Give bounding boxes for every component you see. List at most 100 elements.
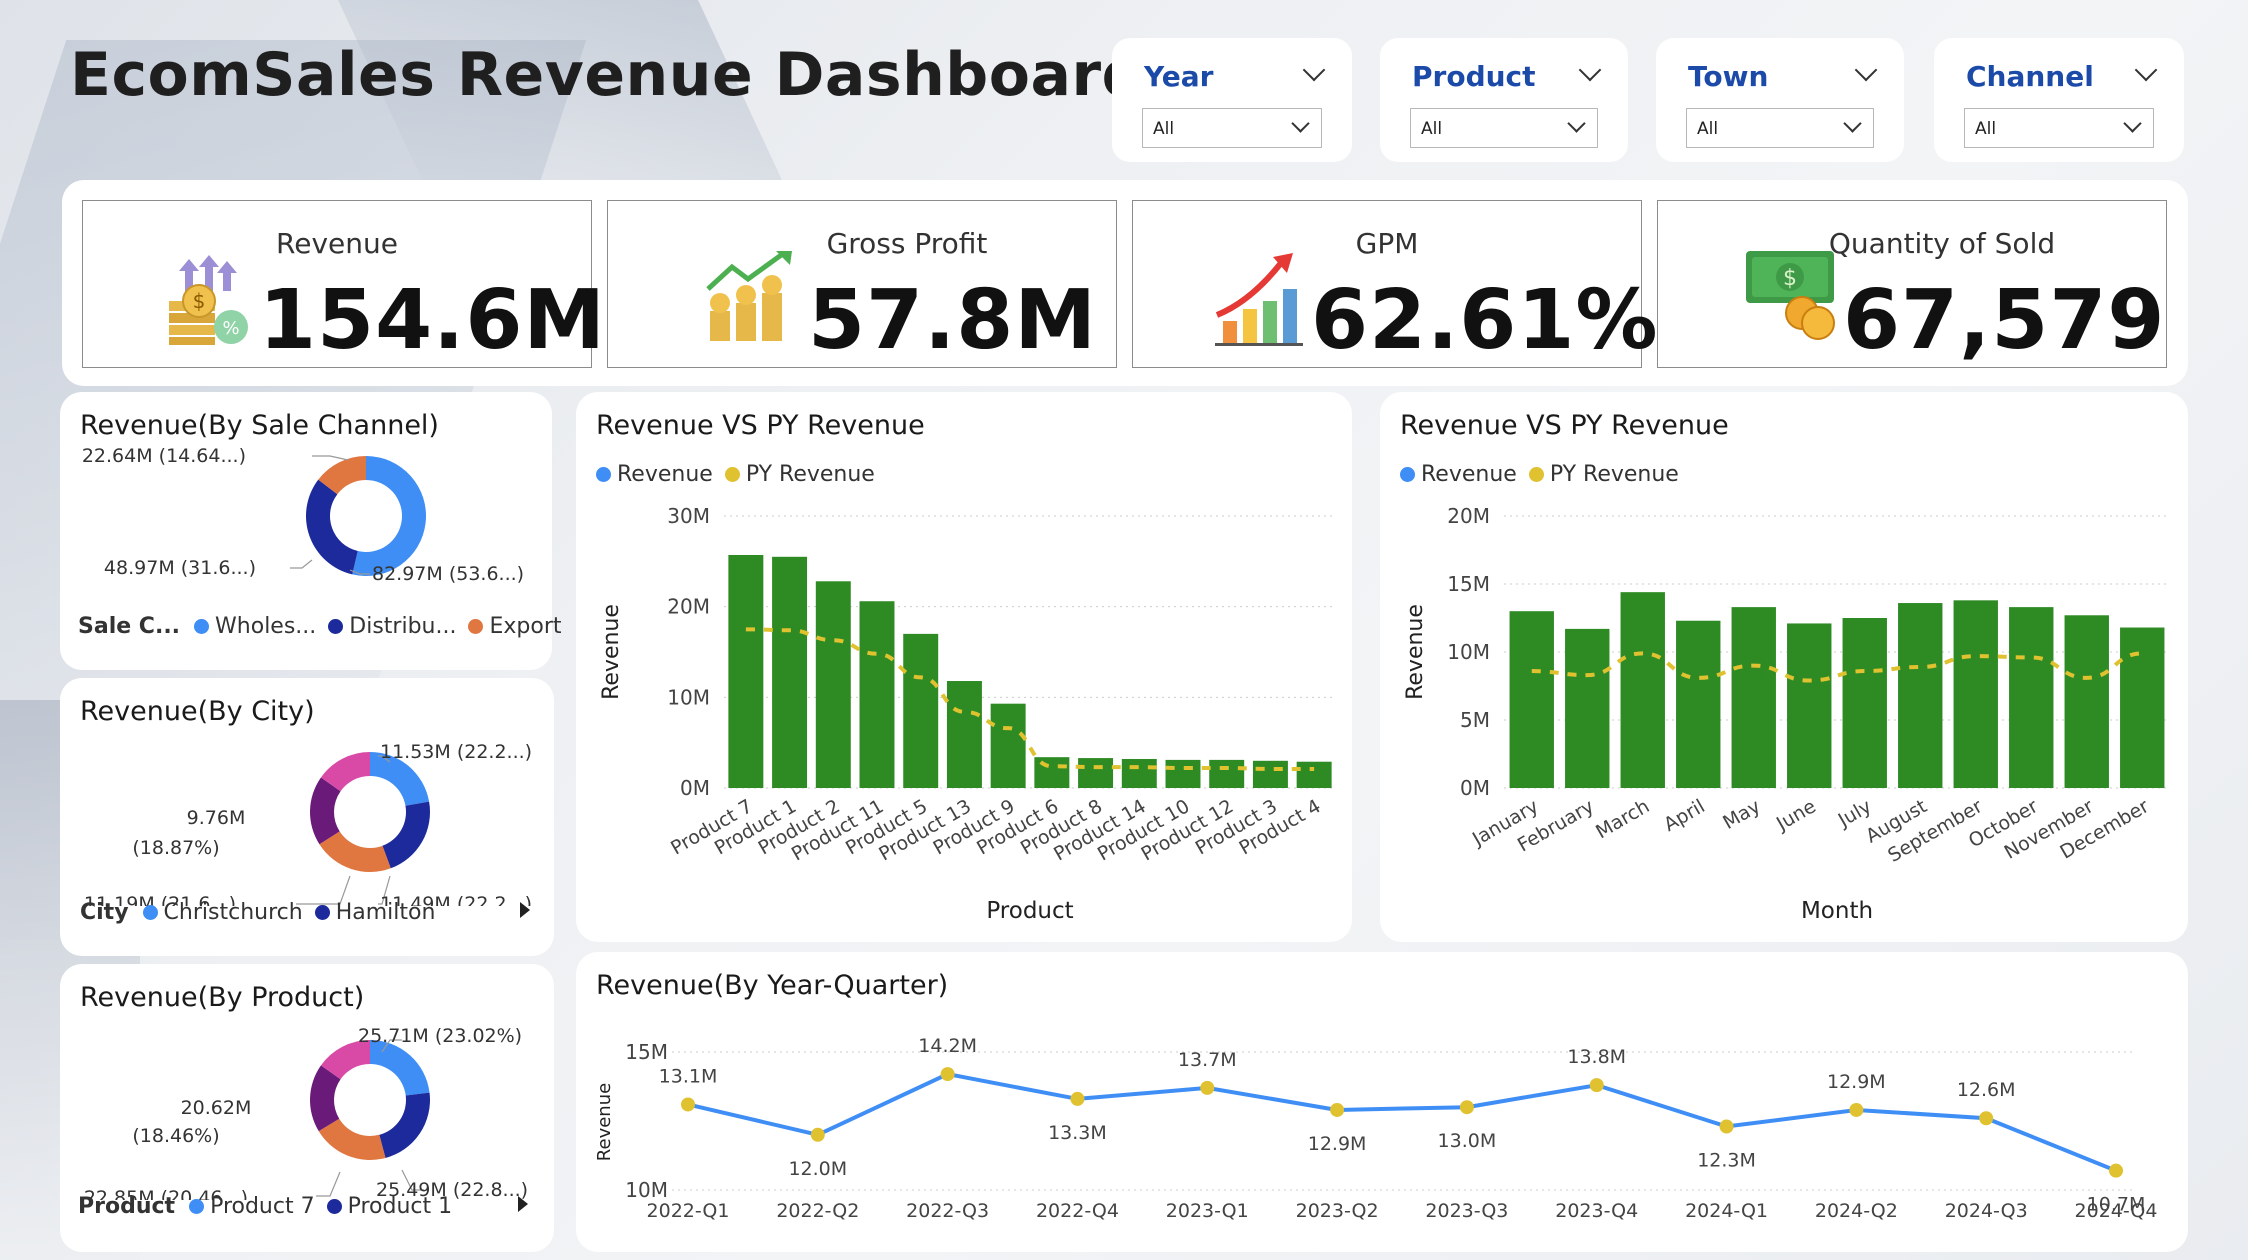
chevron-down-icon[interactable] — [2123, 114, 2142, 133]
revenue-bar — [990, 703, 1026, 788]
legend-item[interactable]: Product 1 — [326, 1194, 453, 1219]
revenue-by-quarter-line-chart[interactable]: 10M 15M Revenue 13.1M 2022-Q1 12.0M 2022-Q2 14.… — [576, 952, 2188, 1252]
revenue-coins-icon: $ % — [159, 251, 259, 351]
channel-dropdown[interactable]: All — [1964, 108, 2154, 148]
chevron-down-icon[interactable] — [1302, 58, 1326, 82]
data-point — [1719, 1119, 1734, 1134]
data-point — [1589, 1078, 1604, 1093]
revenue-bar — [1842, 618, 1887, 788]
profit-trend-icon — [704, 250, 804, 351]
revenue-bar — [1165, 759, 1201, 788]
y-tick-label: 30M — [667, 504, 710, 528]
chevron-down-icon[interactable] — [1567, 114, 1586, 133]
revenue-by-channel-donut[interactable]: 82.97M (53.6...) 48.97M (31.6...) 22.64M (… — [60, 442, 552, 612]
revenue-bar — [903, 633, 939, 788]
dashboard-title: EcomSales Revenue Dashboard — [70, 40, 1145, 110]
data-point — [681, 1097, 695, 1112]
revenue-by-month-bar-chart[interactable]: 0M5M10M15M20MJanuaryFebruaryMarch April Ma… — [1380, 392, 2188, 942]
growth-chart-icon — [1211, 251, 1311, 351]
data-label: 48.97M (31.6...) — [104, 557, 256, 579]
x-tick-label: 2022-Q4 — [1036, 1200, 1119, 1222]
revenue-bar — [2120, 627, 2165, 788]
data-label: 11.53M (22.2...) — [380, 741, 532, 763]
x-tick-label: 2024-Q4 — [2075, 1200, 2158, 1222]
legend-item[interactable]: Hamilton — [314, 900, 436, 925]
x-tick-label: March — [1592, 795, 1653, 843]
revenue-bar — [1565, 628, 1610, 788]
data-point — [2109, 1163, 2123, 1178]
donut-slice — [379, 1092, 430, 1158]
legend-title: City — [80, 900, 129, 925]
revenue-by-city-donut[interactable]: 11.53M (22.2...)11.49M (22.2...)11.19M (… — [60, 726, 554, 906]
chevron-down-icon[interactable] — [1291, 114, 1310, 133]
slicer-label: Town — [1688, 60, 1769, 93]
y-tick-label: 5M — [1460, 708, 1490, 732]
revenue-bar — [1731, 607, 1776, 788]
chevron-down-icon[interactable] — [1843, 114, 1862, 133]
data-label: 12.9M — [1827, 1071, 1886, 1093]
data-point — [1330, 1102, 1345, 1117]
x-tick-label: 2022-Q2 — [776, 1200, 859, 1222]
legend-item[interactable]: Christchurch — [142, 900, 303, 925]
revenue-by-product-bar-chart[interactable]: 0M10M20M30MProduct 7Product 1Product 2Pr… — [576, 392, 1352, 942]
x-axis-title: Product — [986, 898, 1073, 924]
x-tick-label: 2024-Q1 — [1685, 1200, 1768, 1222]
revenue-bar — [1034, 757, 1070, 788]
y-tick-label: 0M — [680, 776, 710, 800]
channel-slicer[interactable]: Channel All — [1934, 38, 2184, 162]
slicer-label: Year — [1144, 60, 1214, 93]
data-label: 12.9M — [1308, 1133, 1367, 1155]
card-title: Revenue(By Sale Channel) — [80, 410, 439, 441]
data-label: 13.0M — [1438, 1130, 1497, 1152]
legend-next-arrow-icon[interactable] — [520, 902, 530, 918]
product-dropdown[interactable]: All — [1410, 108, 1598, 148]
revenue-by-channel-card: Revenue(By Sale Channel) 82.97M (53.6...… — [60, 392, 561, 670]
legend-label: Hamilton — [335, 900, 436, 925]
svg-text:$: $ — [1783, 266, 1797, 291]
legend-label: Export — [489, 614, 562, 639]
revenue-by-year-quarter-card: Revenue(By Year-Quarter) 10M 15M Revenue 13… — [576, 952, 2188, 1252]
label-leader-line — [312, 455, 349, 461]
legend-item[interactable]: Export — [468, 614, 561, 639]
town-slicer[interactable]: Town All — [1656, 38, 1904, 162]
dropdown-value: All — [1697, 119, 1719, 139]
x-tick-label: 2022-Q1 — [647, 1200, 730, 1222]
legend-item[interactable]: Wholes... — [194, 614, 316, 639]
revenue-bar — [815, 581, 851, 788]
legend-item[interactable]: Distribu... — [328, 614, 456, 639]
data-label: 22.64M (14.64...) — [82, 445, 246, 467]
town-dropdown[interactable]: All — [1686, 108, 1874, 148]
data-label: 9.76M — [187, 807, 246, 829]
revenue-by-product-donut[interactable]: 25.71M (23.02%)25.49M (22.8...)22.85M (2… — [60, 1014, 554, 1200]
data-label: 14.2M — [918, 1035, 977, 1057]
data-label: 13.3M — [1048, 1122, 1107, 1144]
y-tick-label: 20M — [667, 595, 710, 619]
product-slicer[interactable]: Product All — [1380, 38, 1628, 162]
kpi-panel: Revenue $ % 154.6M Gross Profit 57.8M GP… — [62, 180, 2188, 386]
data-label: 20.62M — [181, 1097, 252, 1119]
data-point — [1200, 1080, 1215, 1095]
legend-label: Wholes... — [215, 614, 317, 639]
chart-legend: City Christchurch Hamilton — [80, 900, 447, 925]
revenue-bar — [2064, 615, 2109, 788]
label-leader-line — [316, 1171, 341, 1197]
legend-item[interactable]: Product 7 — [189, 1194, 315, 1219]
legend-next-arrow-icon[interactable] — [518, 1196, 528, 1212]
chevron-down-icon[interactable] — [2134, 58, 2158, 82]
revenue-line — [687, 1071, 2117, 1173]
data-point — [940, 1067, 955, 1082]
year-dropdown[interactable]: All — [1142, 108, 1322, 148]
revenue-bar — [2009, 607, 2054, 788]
year-slicer[interactable]: Year All — [1112, 38, 1352, 162]
data-label: 82.97M (53.6...) — [372, 563, 524, 585]
slicer-label: Channel — [1966, 60, 2094, 93]
gpm-kpi-card: GPM 62.61% — [1132, 200, 1658, 368]
data-label: 25.71M (23.02%) — [358, 1025, 522, 1047]
y-tick-label: 10M — [625, 1178, 668, 1202]
chevron-down-icon[interactable] — [1854, 58, 1878, 82]
chevron-down-icon[interactable] — [1578, 58, 1602, 82]
donut-slice — [382, 801, 431, 869]
kpi-label: Gross Profit — [826, 227, 988, 260]
revenue-bar — [728, 554, 764, 788]
legend-label: Product 1 — [347, 1194, 453, 1219]
